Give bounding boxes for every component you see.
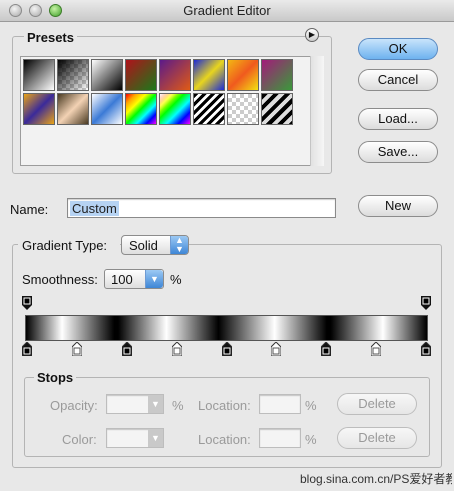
color-stop[interactable] — [321, 342, 332, 356]
delete-color-stop-button[interactable]: Delete — [337, 427, 417, 449]
name-value: Custom — [70, 201, 119, 216]
presets-menu-arrow-icon[interactable]: ▶ — [305, 28, 319, 42]
name-label: Name: — [10, 202, 49, 217]
preset-swatch[interactable] — [227, 93, 259, 125]
chevron-down-icon: ▼ — [145, 270, 163, 288]
chevron-down-icon: ▼ — [148, 395, 163, 413]
opacity-field[interactable]: ▼ — [106, 394, 164, 414]
delete-opacity-stop-button[interactable]: Delete — [337, 393, 417, 415]
presets-list[interactable] — [20, 56, 324, 166]
preset-swatch[interactable] — [91, 93, 123, 125]
preset-swatch[interactable] — [125, 93, 157, 125]
color-location-unit: % — [305, 432, 317, 447]
opacity-location-field[interactable] — [259, 394, 301, 414]
ok-button[interactable]: OK — [358, 38, 438, 60]
preset-swatch[interactable] — [57, 93, 89, 125]
opacity-unit: % — [172, 398, 184, 413]
presets-scrollbar[interactable] — [310, 56, 324, 166]
color-location-label: Location: — [198, 432, 251, 447]
gradient-preview-bar[interactable] — [25, 315, 428, 341]
presets-legend: Presets — [24, 30, 77, 45]
select-arrows-icon: ▲ ▼ — [170, 236, 188, 254]
color-stop[interactable] — [371, 342, 382, 356]
preset-swatch[interactable] — [91, 59, 123, 91]
preset-swatch[interactable] — [57, 59, 89, 91]
color-swatch-field[interactable]: ▼ — [106, 428, 164, 448]
smoothness-label: Smoothness: — [22, 272, 98, 287]
gradient-type-label: Gradient Type: — [22, 238, 108, 253]
preset-swatch[interactable] — [193, 59, 225, 91]
opacity-label: Opacity: — [50, 398, 98, 413]
smoothness-field[interactable]: 100 ▼ — [104, 269, 164, 289]
smoothness-unit: % — [170, 272, 182, 287]
color-location-field[interactable] — [259, 428, 301, 448]
opacity-location-label: Location: — [198, 398, 251, 413]
gradient-type-select[interactable]: Solid ▲ ▼ — [121, 235, 189, 255]
load-button[interactable]: Load... — [358, 108, 438, 130]
new-button[interactable]: New — [358, 195, 438, 217]
preset-swatch[interactable] — [193, 93, 225, 125]
color-stop[interactable] — [171, 342, 182, 356]
opacity-stop-right[interactable] — [421, 296, 431, 310]
preset-swatch[interactable] — [261, 93, 293, 125]
preset-swatch[interactable] — [227, 59, 259, 91]
chevron-down-icon: ▼ — [148, 429, 163, 447]
save-button[interactable]: Save... — [358, 141, 438, 163]
watermark-text: blog.sina.com.cn/PS爱好者教程网 www.psahz.com — [300, 472, 452, 486]
preset-swatch[interactable] — [159, 93, 191, 125]
cancel-button[interactable]: Cancel — [358, 69, 438, 91]
opacity-stop-left[interactable] — [22, 296, 32, 310]
stops-legend: Stops — [34, 370, 77, 385]
presets-swatches — [21, 57, 311, 127]
color-stop[interactable] — [271, 342, 282, 356]
preset-swatch[interactable] — [159, 59, 191, 91]
preset-swatch[interactable] — [23, 93, 55, 125]
preset-swatch[interactable] — [261, 59, 293, 91]
color-label: Color: — [62, 432, 97, 447]
window-title: Gradient Editor — [183, 3, 271, 18]
gradient-type-value: Solid — [129, 238, 158, 253]
name-field[interactable]: Custom — [67, 198, 336, 218]
preset-swatch[interactable] — [125, 59, 157, 91]
preset-swatch[interactable] — [23, 59, 55, 91]
color-stop[interactable] — [121, 342, 132, 356]
color-stop[interactable] — [71, 342, 82, 356]
color-stop[interactable] — [221, 342, 232, 356]
opacity-location-unit: % — [305, 398, 317, 413]
color-stop[interactable] — [22, 342, 32, 356]
smoothness-value: 100 — [111, 272, 133, 287]
color-stop[interactable] — [421, 342, 431, 356]
